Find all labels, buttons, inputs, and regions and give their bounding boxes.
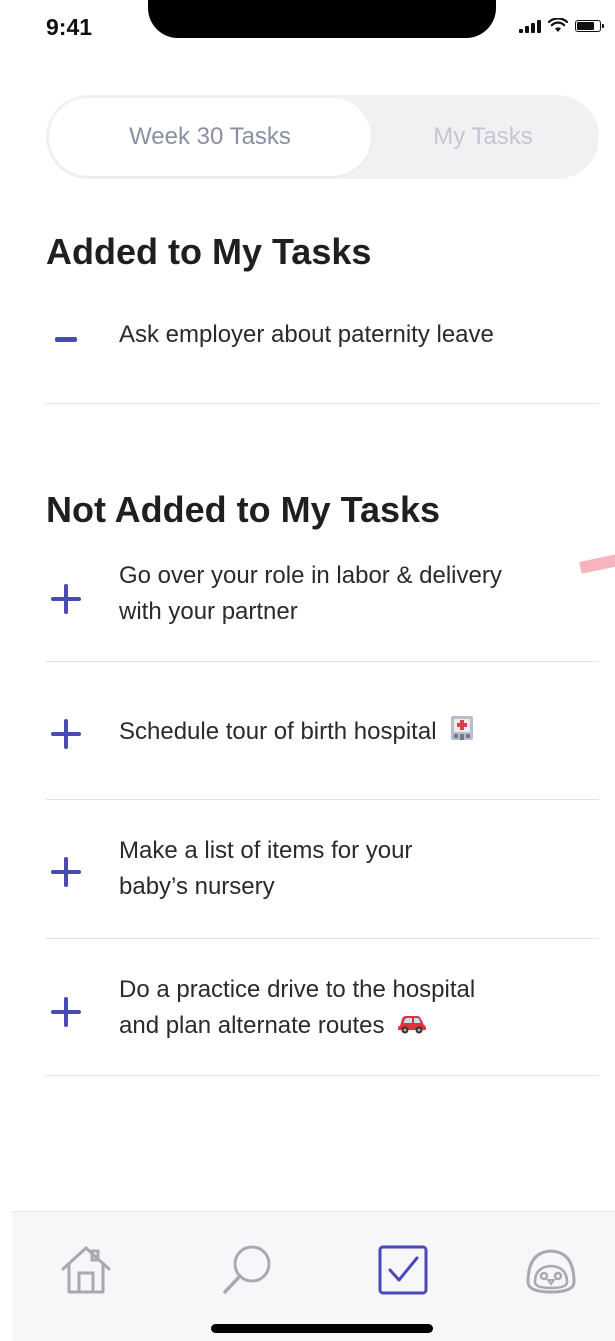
task-segmented-control: Week 30 Tasks My Tasks (46, 95, 599, 179)
battery-icon (575, 19, 604, 32)
task-label-line2: baby’s nursery (119, 873, 275, 900)
hospital-icon (449, 713, 475, 752)
tab-profile[interactable] (521, 1240, 581, 1300)
status-time: 9:41 (46, 14, 93, 40)
task-label-line1: Schedule tour of birth hospital (119, 717, 437, 745)
task-row: Schedule tour of birth hospital (46, 662, 599, 800)
plus-icon (51, 584, 81, 614)
plus-icon (51, 997, 81, 1027)
task-row: Make a list of items for your baby’s nur… (46, 800, 599, 939)
home-icon (61, 1246, 111, 1294)
minus-icon (55, 337, 77, 342)
task-row: Ask employer about paternity leave (46, 300, 599, 404)
task-label: Ask employer about paternity leave (119, 321, 494, 348)
add-task-button[interactable] (46, 852, 86, 892)
cellular-signal-icon (519, 19, 541, 33)
penguin-icon (526, 1249, 576, 1294)
task-label: Schedule tour of birth hospital (119, 713, 475, 752)
car-icon (397, 1009, 427, 1045)
bottom-tab-bar (12, 1211, 615, 1341)
task-label: Do a practice drive to the hospital and … (119, 972, 475, 1045)
add-task-button[interactable] (46, 992, 86, 1032)
device-notch (148, 0, 496, 38)
add-task-button[interactable] (46, 714, 86, 754)
home-indicator (211, 1324, 433, 1333)
task-label: Make a list of items for your baby’s nur… (119, 833, 412, 905)
task-row: Do a practice drive to the hospital and … (46, 939, 599, 1076)
tab-week-30-tasks[interactable]: Week 30 Tasks (49, 98, 371, 176)
task-label-line1: Make a list of items for your (119, 837, 413, 864)
added-section-title: Added to My Tasks (46, 231, 372, 272)
tab-tasks[interactable] (373, 1240, 433, 1300)
task-label: Go over your role in labor & delivery wi… (119, 558, 502, 630)
wifi-icon (548, 18, 568, 32)
status-icons (519, 18, 604, 33)
checkbox-icon (378, 1245, 428, 1295)
task-label-line2: with your partner (119, 598, 298, 625)
remove-task-button[interactable] (46, 320, 86, 360)
search-icon (223, 1245, 271, 1294)
plus-icon (51, 719, 81, 749)
status-bar: 9:41 (0, 0, 615, 60)
plus-icon (51, 857, 81, 887)
tab-home[interactable] (56, 1240, 116, 1300)
tab-my-tasks[interactable]: My Tasks (370, 98, 596, 176)
task-row: Go over your role in labor & delivery wi… (46, 555, 599, 662)
tab-search[interactable] (217, 1240, 277, 1300)
not-added-section-title: Not Added to My Tasks (46, 489, 441, 530)
task-label-line1: Go over your role in labor & delivery (119, 562, 502, 589)
add-task-button[interactable] (46, 579, 86, 619)
task-label-line2: and plan alternate routes (119, 1012, 385, 1039)
task-label-line1: Do a practice drive to the hospital (119, 976, 476, 1003)
